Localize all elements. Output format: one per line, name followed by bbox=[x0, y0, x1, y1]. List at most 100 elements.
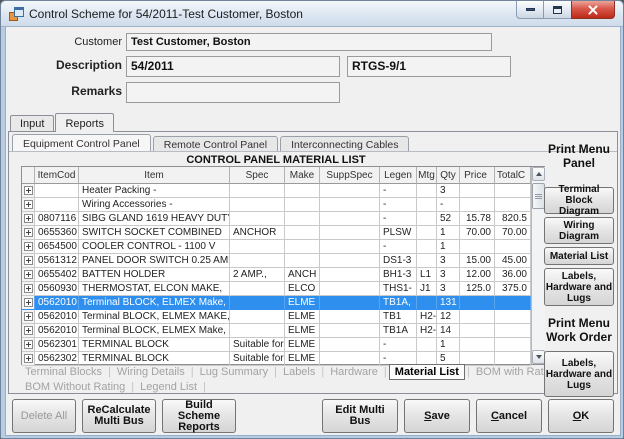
table-row[interactable]: 0562302TERMINAL BLOCKSuitable forELME-5 bbox=[22, 352, 544, 366]
button-label: ReCalculate Multi Bus bbox=[88, 405, 151, 427]
column-header-item[interactable]: Item bbox=[79, 167, 230, 184]
cell-suppspec bbox=[320, 254, 380, 268]
table-row[interactable]: 0562010Terminal BLOCK, ELMEX Make,ELMETB… bbox=[22, 324, 544, 338]
table-row[interactable]: 0562010Terminal BLOCK, ELMEX Make,ELMETB… bbox=[22, 296, 544, 310]
tab-reports[interactable]: Reports bbox=[55, 113, 114, 132]
row-expand-cell[interactable] bbox=[22, 268, 35, 282]
row-expand-cell[interactable] bbox=[22, 296, 35, 310]
expand-plus-icon[interactable] bbox=[24, 312, 33, 321]
bottom-tab-terminal-blocks[interactable]: Terminal Blocks bbox=[21, 366, 106, 378]
subtab-remote-control-panel[interactable]: Remote Control Panel bbox=[153, 136, 278, 151]
subtab-interconnecting-cables[interactable]: Interconnecting Cables bbox=[280, 136, 409, 151]
column-header-suppspec[interactable]: SuppSpec bbox=[320, 167, 380, 184]
expand-plus-icon[interactable] bbox=[24, 200, 33, 209]
cell-spec bbox=[230, 240, 285, 254]
row-expand-cell[interactable] bbox=[22, 254, 35, 268]
row-expand-cell[interactable] bbox=[22, 310, 35, 324]
bottom-tab-legend-list[interactable]: Legend List bbox=[136, 381, 201, 393]
print-labels-button[interactable]: Labels, Hardware and Lugs bbox=[544, 268, 614, 306]
bottom-tab-material-list[interactable]: Material List bbox=[389, 364, 465, 380]
row-expand-cell[interactable] bbox=[22, 226, 35, 240]
button-label: Terminal Block Diagram bbox=[545, 182, 613, 219]
cell-legen: - bbox=[380, 240, 417, 254]
table-row[interactable]: 0562010Terminal BLOCK, ELMEX MAKE,ELMETB… bbox=[22, 310, 544, 324]
button-label: Wiring Diagram bbox=[559, 218, 599, 244]
expand-plus-icon[interactable] bbox=[24, 298, 33, 307]
build-scheme-reports-button[interactable]: Build Scheme Reports bbox=[162, 399, 236, 433]
table-row[interactable]: 0560930THERMOSTAT, ELCON MAKE,ELCOTHS1-J… bbox=[22, 282, 544, 296]
close-button[interactable] bbox=[571, 1, 615, 19]
column-header-qty[interactable]: Qty bbox=[437, 167, 460, 184]
column-header-totalc[interactable]: TotalC bbox=[495, 167, 531, 184]
tab-input[interactable]: Input bbox=[10, 115, 54, 131]
recalculate-multi-bus-button[interactable]: ReCalculate Multi Bus bbox=[82, 399, 156, 433]
bottom-tab-wiring-details[interactable]: Wiring Details bbox=[113, 366, 189, 378]
expand-plus-icon[interactable] bbox=[24, 214, 33, 223]
row-expand-cell[interactable] bbox=[22, 240, 35, 254]
maximize-icon bbox=[553, 6, 562, 14]
tab-separator: | bbox=[465, 366, 472, 378]
cell-price: 15.78 bbox=[460, 212, 495, 226]
dialog-window: Control Scheme for 54/2011-Test Customer… bbox=[0, 0, 624, 439]
bottom-tab-labels[interactable]: Labels bbox=[279, 366, 319, 378]
bottom-tab-bom-without-rating[interactable]: BOM Without Rating bbox=[21, 381, 129, 393]
column-header-make[interactable]: Make bbox=[285, 167, 320, 184]
print-terminal-block-button[interactable]: Terminal Block Diagram bbox=[544, 187, 614, 214]
table-row[interactable]: 0807116SIBG GLAND 1619 HEAVY DUTY-5215.7… bbox=[22, 212, 544, 226]
minimize-button[interactable] bbox=[516, 1, 544, 19]
table-row[interactable]: Heater Packing --3 bbox=[22, 184, 544, 198]
table-row[interactable]: 0655402BATTEN HOLDER2 AMP.,ANCHBH1-3L131… bbox=[22, 268, 544, 282]
title-bar[interactable]: Control Scheme for 54/2011-Test Customer… bbox=[1, 1, 623, 27]
customer-field[interactable]: Test Customer, Boston bbox=[126, 33, 492, 51]
row-expand-cell[interactable] bbox=[22, 282, 35, 296]
column-header-itemcod[interactable]: ItemCod bbox=[35, 167, 79, 184]
column-header-spec[interactable]: Spec bbox=[230, 167, 285, 184]
expand-plus-icon[interactable] bbox=[24, 228, 33, 237]
cell-mtg bbox=[417, 254, 437, 268]
cell-mtg bbox=[417, 184, 437, 198]
column-header-legen[interactable]: Legen bbox=[380, 167, 417, 184]
table-row[interactable]: 0654500COOLER CONTROL - 1100 V-1 bbox=[22, 240, 544, 254]
print-menu-panel: Print Menu Panel Terminal Block DiagramW… bbox=[544, 138, 614, 397]
expand-plus-icon[interactable] bbox=[24, 284, 33, 293]
row-expand-cell[interactable] bbox=[22, 198, 35, 212]
subtab-equipment-control-panel[interactable]: Equipment Control Panel bbox=[12, 134, 151, 151]
row-expand-cell[interactable] bbox=[22, 184, 35, 198]
edit-multi-bus-button[interactable]: Edit Multi Bus bbox=[322, 399, 398, 433]
ok-button[interactable]: OK bbox=[548, 399, 614, 433]
description-field-2[interactable]: RTGS-9/1 bbox=[347, 56, 511, 77]
column-header-price[interactable]: Price bbox=[460, 167, 495, 184]
table-row[interactable]: 0562301TERMINAL BLOCKSuitable forELME-1 bbox=[22, 338, 544, 352]
print-material-list-button[interactable]: Material List bbox=[544, 247, 614, 265]
table-row[interactable]: 0561312PANEL DOOR SWITCH 0.25 AMP.,DS1-3… bbox=[22, 254, 544, 268]
cell-price bbox=[460, 352, 495, 366]
cell-make bbox=[285, 240, 320, 254]
expand-plus-icon[interactable] bbox=[24, 186, 33, 195]
cell-suppspec bbox=[320, 240, 380, 254]
grid-vertical-scrollbar[interactable] bbox=[531, 167, 545, 364]
maximize-button[interactable] bbox=[544, 1, 571, 19]
work-order-labels-button[interactable]: Labels, Hardware and Lugs bbox=[544, 351, 614, 397]
description-field[interactable]: 54/2011 bbox=[126, 56, 340, 77]
save-button[interactable]: Save bbox=[404, 399, 470, 433]
expand-plus-icon[interactable] bbox=[24, 256, 33, 265]
table-row[interactable]: 0655360SWITCH SOCKET COMBINEDANCHORPLSW1… bbox=[22, 226, 544, 240]
column-header-mtg[interactable]: Mtg bbox=[417, 167, 437, 184]
delete-all-button[interactable]: Delete All bbox=[12, 399, 76, 433]
table-row[interactable]: Wiring Accessories --- bbox=[22, 198, 544, 212]
bottom-tab-hardware[interactable]: Hardware bbox=[326, 366, 382, 378]
expand-plus-icon[interactable] bbox=[24, 354, 33, 363]
expand-plus-icon[interactable] bbox=[24, 270, 33, 279]
expand-plus-icon[interactable] bbox=[24, 326, 33, 335]
row-expand-cell[interactable] bbox=[22, 324, 35, 338]
row-expand-cell[interactable] bbox=[22, 338, 35, 352]
row-expand-cell[interactable] bbox=[22, 352, 35, 366]
bottom-tab-lug-summary[interactable]: Lug Summary bbox=[196, 366, 272, 378]
row-expand-cell[interactable] bbox=[22, 212, 35, 226]
button-label: Material List bbox=[550, 249, 608, 264]
print-wiring-button[interactable]: Wiring Diagram bbox=[544, 217, 614, 244]
remarks-field[interactable] bbox=[126, 82, 340, 103]
expand-plus-icon[interactable] bbox=[24, 340, 33, 349]
cancel-button[interactable]: Cancel bbox=[476, 399, 542, 433]
expand-plus-icon[interactable] bbox=[24, 242, 33, 251]
